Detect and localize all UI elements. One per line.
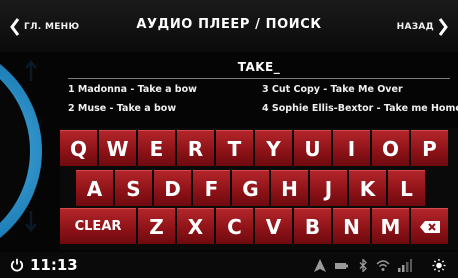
back-button[interactable]: НАЗАД	[397, 17, 448, 37]
key-i[interactable]: I	[333, 130, 370, 166]
key-y[interactable]: Y	[255, 130, 292, 166]
key-c[interactable]: C	[216, 208, 253, 244]
key-w[interactable]: W	[99, 130, 136, 166]
search-area: TAKE_	[60, 52, 458, 82]
key-d[interactable]: D	[154, 170, 191, 206]
arrow-up-icon[interactable]	[24, 60, 38, 82]
chevron-right-icon	[438, 18, 448, 36]
wifi-icon	[376, 260, 390, 271]
app-window: ГЛ. МЕНЮ АУДИО ПЛЕЕР / ПОИСК НАЗАД TAKE_…	[0, 0, 458, 278]
key-n[interactable]: N	[333, 208, 370, 244]
battery-icon	[335, 263, 348, 269]
key-v[interactable]: V	[255, 208, 292, 244]
key-t[interactable]: T	[216, 130, 253, 166]
scroll-dial[interactable]	[0, 52, 44, 252]
header-bar: ГЛ. МЕНЮ АУДИО ПЛЕЕР / ПОИСК НАЗАД	[0, 0, 458, 52]
brightness-icon[interactable]	[432, 259, 446, 272]
key-q[interactable]: Q	[60, 130, 97, 166]
status-bar: 11:13	[0, 252, 458, 278]
key-s[interactable]: S	[115, 170, 152, 206]
page-title: АУДИО ПЛЕЕР / ПОИСК	[136, 17, 322, 32]
bluetooth-icon	[359, 259, 367, 272]
key-a[interactable]: A	[76, 170, 113, 206]
key-j[interactable]: J	[310, 170, 347, 206]
key-p[interactable]: P	[411, 130, 448, 166]
backspace-icon	[419, 220, 440, 233]
key-m[interactable]: M	[372, 208, 409, 244]
navigation-icon	[314, 259, 326, 272]
key-g[interactable]: G	[232, 170, 269, 206]
on-screen-keyboard: Q W E R T Y U I O P A S D F G H J K L CL…	[60, 128, 458, 250]
key-z[interactable]: Z	[138, 208, 175, 244]
back-label: НАЗАД	[396, 22, 434, 32]
key-e[interactable]: E	[138, 130, 175, 166]
clock: 11:13	[30, 256, 78, 274]
key-b[interactable]: B	[294, 208, 331, 244]
backspace-button[interactable]	[411, 208, 448, 244]
key-l[interactable]: L	[388, 170, 425, 206]
search-input[interactable]: TAKE_	[68, 56, 450, 79]
result-item[interactable]: 2 Muse - Take a bow	[68, 103, 176, 114]
key-r[interactable]: R	[177, 130, 214, 166]
result-item[interactable]: 3 Cut Copy - Take Me Over	[262, 84, 403, 95]
clear-button[interactable]: CLEAR	[60, 208, 136, 244]
key-h[interactable]: H	[271, 170, 308, 206]
result-item[interactable]: 4 Sophie Ellis-Bextor - Take me Home	[262, 103, 458, 114]
results-list: 1 Madonna - Take a bow 2 Muse - Take a b…	[64, 84, 458, 124]
arrow-down-icon[interactable]	[24, 210, 38, 232]
key-o[interactable]: O	[372, 130, 409, 166]
result-item[interactable]: 1 Madonna - Take a bow	[68, 84, 197, 95]
signal-icon	[398, 259, 412, 272]
key-k[interactable]: K	[349, 170, 386, 206]
key-f[interactable]: F	[193, 170, 230, 206]
power-icon[interactable]	[10, 258, 24, 272]
key-x[interactable]: X	[177, 208, 214, 244]
key-u[interactable]: U	[294, 130, 331, 166]
